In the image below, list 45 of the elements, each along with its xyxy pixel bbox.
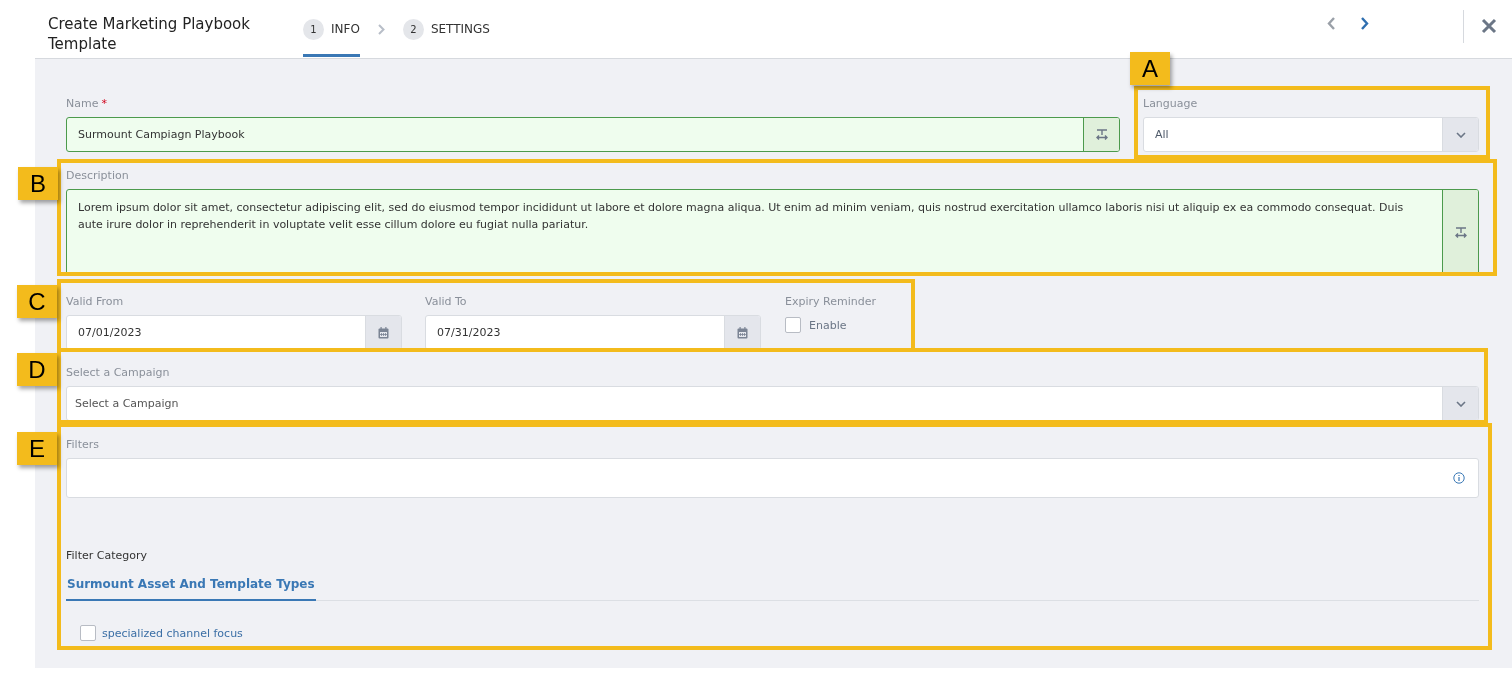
step-number: 1 bbox=[303, 18, 324, 40]
chevron-right-icon bbox=[377, 23, 385, 35]
field-label: Filters bbox=[66, 438, 100, 452]
field-label: Language bbox=[1143, 97, 1199, 111]
valid-from-field[interactable]: 07/01/2023 bbox=[66, 315, 402, 350]
field-label: Valid From bbox=[66, 295, 125, 309]
category-tab[interactable]: Surmount Asset And Template Types bbox=[66, 577, 316, 601]
callout-label: A bbox=[1130, 52, 1170, 85]
close-button[interactable] bbox=[1480, 17, 1498, 35]
calendar-icon bbox=[737, 326, 748, 339]
chevron-down-icon bbox=[1455, 131, 1466, 138]
callout-label: E bbox=[17, 432, 57, 465]
page-title: Create Marketing Playbook Template bbox=[48, 14, 251, 54]
valid-to-field[interactable]: 07/31/2023 bbox=[425, 315, 761, 350]
calendar-icon bbox=[378, 326, 389, 339]
checkbox-label: Enable bbox=[809, 318, 847, 332]
checkbox-label: specialized channel focus bbox=[102, 626, 243, 640]
campaign-select[interactable]: Select a Campaign bbox=[66, 386, 1479, 421]
field-label: Description bbox=[66, 169, 130, 183]
step-tab[interactable]: 1 INFO bbox=[303, 1, 360, 57]
step-number: 2 bbox=[402, 18, 424, 40]
chevron-right-icon bbox=[1360, 17, 1369, 30]
step-tab[interactable]: 2 SETTINGS bbox=[402, 1, 490, 57]
language-select[interactable]: All bbox=[1143, 117, 1479, 152]
chevron-down-icon bbox=[1455, 400, 1466, 407]
field-label: Select a Campaign bbox=[66, 366, 171, 380]
callout-label: D bbox=[17, 353, 57, 386]
name-field[interactable]: Surmount Campiagn Playbook bbox=[66, 117, 1120, 152]
text-width-icon bbox=[1454, 227, 1467, 238]
field-label: Name bbox=[66, 97, 99, 111]
close-icon bbox=[1481, 18, 1497, 34]
field-label: Valid To bbox=[425, 295, 468, 309]
filters-field[interactable] bbox=[66, 458, 1479, 498]
callout-label: B bbox=[18, 167, 58, 200]
checkbox[interactable] bbox=[80, 625, 96, 641]
checkbox[interactable] bbox=[785, 317, 801, 333]
text-width-icon bbox=[1095, 129, 1108, 140]
step-label: SETTINGS bbox=[430, 22, 490, 36]
step-label: INFO bbox=[331, 22, 360, 36]
chevron-left-icon bbox=[1327, 17, 1336, 30]
callout-label: C bbox=[17, 285, 57, 318]
info-icon bbox=[1453, 472, 1465, 484]
section-label: Filter Category bbox=[66, 549, 148, 562]
field-label: Expiry Reminder bbox=[785, 295, 876, 309]
required-mark: * bbox=[101, 97, 107, 111]
